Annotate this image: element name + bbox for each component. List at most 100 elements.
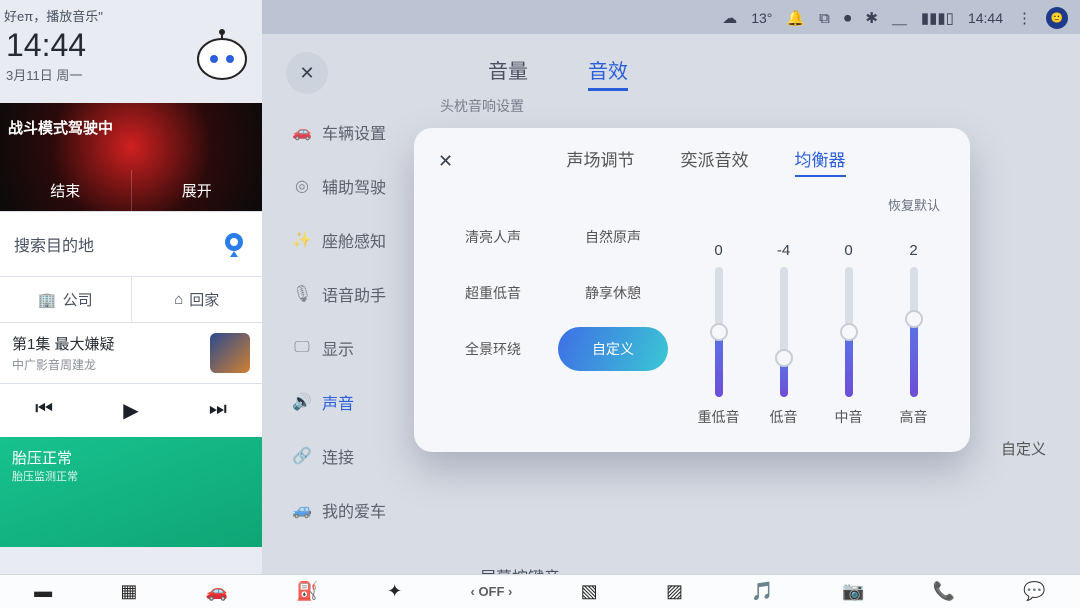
close-icon: ✕ [438,151,453,171]
destination-search[interactable]: 搜索目的地 [0,211,262,277]
building-icon: 🏢 [38,291,57,309]
eq-preset[interactable]: 静享休憩 [558,271,668,315]
dock-climate-off[interactable]: ‹ OFF › [471,584,513,599]
settings-close-button[interactable]: ✕ [286,52,328,94]
drive-end-button[interactable]: 结束 [0,170,131,211]
assistant-robot-icon[interactable] [190,29,254,93]
clock-date: 3月11日 周一 [6,65,86,84]
home-icon: ⌂ [174,291,183,308]
shortcut-company-label: 公司 [63,289,93,310]
status-temp: 13° [751,10,772,26]
now-playing-card[interactable]: 第1集 最大嫌疑 中广影音周建龙 [0,323,262,384]
dock-defrost-rear-icon[interactable]: ▨ [666,581,683,602]
status-more-icon[interactable]: ⋮ [1017,9,1032,27]
tire-pressure-card[interactable]: 胎压正常 胎压监测正常 [0,437,262,547]
voice-tip: 好eπ，播放音乐" [0,0,262,25]
eq-band-name: 重低音 [698,407,740,427]
shortcut-home-label: 回家 [189,289,219,310]
drive-mode-card: 战斗模式驾驶中 结束 展开 [0,103,262,211]
eq-preset[interactable]: 自然原声 [558,215,668,259]
eq-preset[interactable]: 超重低音 [438,271,548,315]
dock-defrost-front-icon[interactable]: ▧ [581,581,598,602]
drive-mode-title: 战斗模式驾驶中 [8,117,113,138]
settings-nav-item[interactable]: 🔗连接 [286,432,436,480]
avatar[interactable]: 🙂 [1046,7,1068,29]
range-icon: ⸏ [892,8,907,28]
dock-apps-icon[interactable]: ▦ [120,581,137,602]
eq-band-slider[interactable] [910,267,918,397]
destination-search-placeholder: 搜索目的地 [14,232,94,256]
status-time: 14:44 [968,10,1003,26]
nav-icon: 🔗 [292,446,312,466]
location-pin-icon [220,230,248,258]
eq-band-value: 0 [714,242,722,259]
screenrec-icon[interactable]: ⏺ [844,10,852,27]
eq-band-name: 低音 [770,407,798,427]
eq-band: 0 中音 [823,242,875,427]
eq-tab-yipai[interactable]: 奕派音效 [681,146,749,177]
media-artwork [210,333,250,373]
eq-band: 0 重低音 [693,242,745,427]
next-track-icon[interactable]: ⏭ [209,398,227,423]
drive-expand-button[interactable]: 展开 [131,170,263,211]
dock-energy-icon[interactable]: ⛽ [296,581,318,602]
play-icon[interactable]: ▶ [123,398,138,423]
tab-sound-effects[interactable]: 音效 [588,55,628,91]
nav-label: 声音 [322,390,354,414]
eq-bands: 0 重低音 -4 低音 0 中音 2 高音 [686,220,946,433]
eq-preset[interactable]: 清亮人声 [438,215,548,259]
eq-band-slider[interactable] [780,267,788,397]
eq-preset-grid: 清亮人声自然原声超重低音静享休憩全景环绕自定义 [438,193,668,433]
nav-label: 座舱感知 [322,228,386,252]
eq-preset[interactable]: 自定义 [558,327,668,371]
media-controls: ⏮ ▶ ⏭ [0,384,262,437]
dock-fan-icon[interactable]: ✦ [387,581,402,602]
dock-phone-icon[interactable]: 📞 [933,581,955,602]
dock-assistant-icon[interactable]: 💬 [1023,581,1045,602]
close-icon: ✕ [299,63,314,84]
nav-label: 语音助手 [322,282,386,306]
eq-tab-equalizer[interactable]: 均衡器 [795,146,846,177]
dock-home-icon[interactable]: ▬ [34,581,52,602]
media-subtitle: 中广影音周建龙 [12,356,200,373]
eq-band-value: -4 [777,242,790,259]
eq-close-button[interactable]: ✕ [438,151,466,172]
eq-band: 2 高音 [888,242,940,427]
prev-track-icon[interactable]: ⏮ [35,398,53,423]
shortcut-home[interactable]: ⌂ 回家 [131,277,263,322]
eq-band-value: 0 [844,242,852,259]
tire-title: 胎压正常 [12,447,250,468]
eq-reset-button[interactable]: 恢复默认 [686,193,946,220]
eq-band-value: 2 [909,242,917,259]
eq-preset[interactable]: 全景环绕 [438,327,548,371]
settings-nav-item[interactable]: 🚙我的爱车 [286,486,436,534]
eq-band-slider[interactable] [845,267,853,397]
bottom-dock: ▬ ▦ 🚗 ⛽ ✦ ‹ OFF › ▧ ▨ 🎵 📷 📞 💬 [0,574,1080,608]
tab-volume[interactable]: 音量 [488,55,528,91]
nav-icon: 🚗 [292,122,312,142]
dock-car-icon[interactable]: 🚗 [206,581,228,602]
tire-subtitle: 胎压监测正常 [12,468,250,484]
equalizer-modal: ✕ 声场调节 奕派音效 均衡器 清亮人声自然原声超重低音静享休憩全景环绕自定义 … [414,128,970,452]
nav-icon: 🎙 [292,284,312,304]
clock-time: 14:44 [6,29,86,61]
headrest-audio-label: 头枕音响设置 [440,96,524,116]
bluetooth-icon[interactable]: ✱ [865,9,878,27]
nav-icon: ◎ [292,176,312,196]
eq-band-name: 中音 [835,407,863,427]
dock-camera-icon[interactable]: 📷 [842,581,864,602]
home-left-panel: 好eπ，播放音乐" 14:44 3月11日 周一 战斗模式驾驶中 结束 展开 搜… [0,0,262,608]
dashcam-icon[interactable]: ⧉ [819,10,830,27]
eq-band-name: 高音 [900,407,928,427]
dock-music-icon[interactable]: 🎵 [751,581,773,602]
eq-band-slider[interactable] [715,267,723,397]
nav-label: 显示 [322,336,354,360]
shortcut-company[interactable]: 🏢 公司 [0,277,131,322]
eq-tab-soundfield[interactable]: 声场调节 [567,146,635,177]
nav-icon: 🖵 [292,339,312,357]
bell-icon[interactable]: 🔔 [786,9,805,27]
status-bar: ☁ 13° 🔔 ⧉ ⏺ ✱ ⸏ ▮▮▮▯ 14:44 ⋮ 🙂 [722,6,1068,30]
nav-label: 车辆设置 [322,120,386,144]
nav-icon: 🔊 [292,392,312,412]
cloud-icon: ☁ [722,9,737,27]
